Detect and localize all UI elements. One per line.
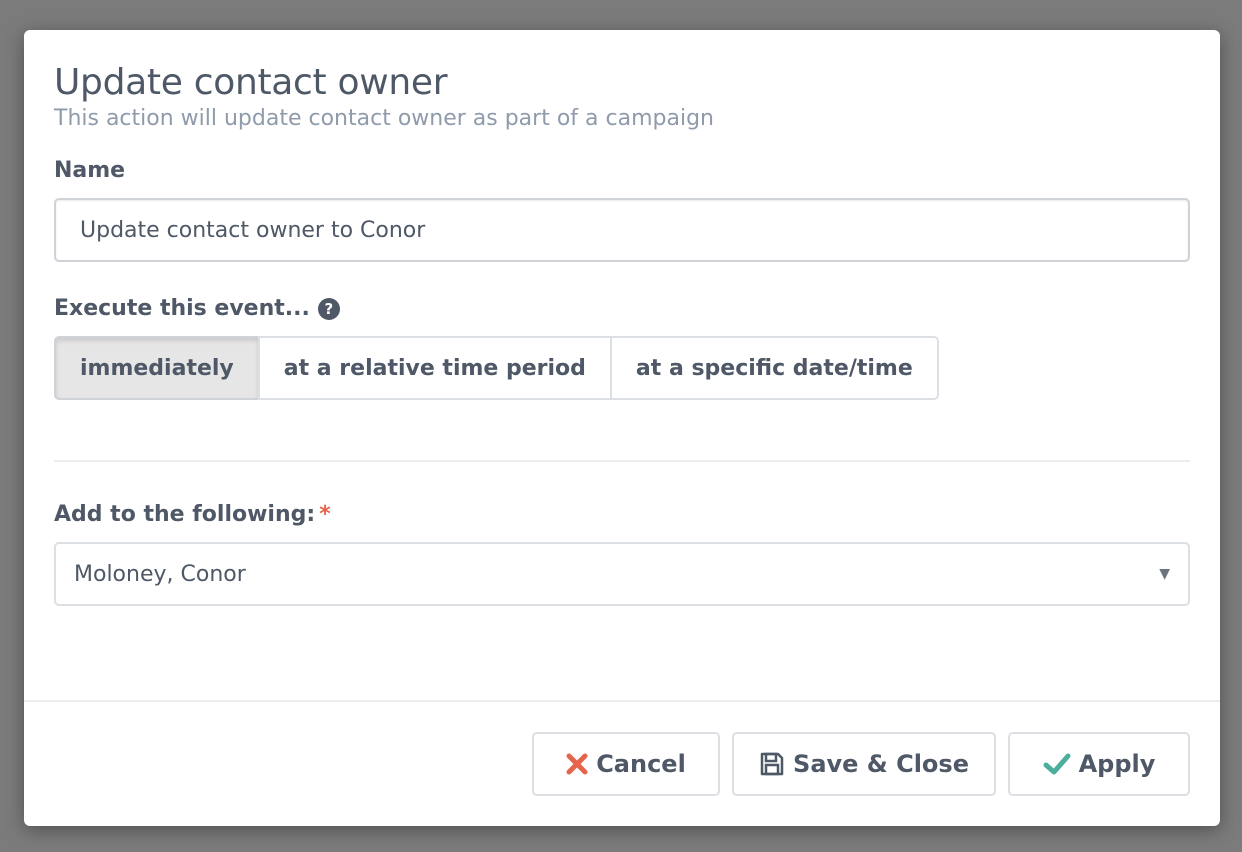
execute-specific-date-button[interactable]: at a specific date/time <box>609 336 939 400</box>
modal-body: Update contact owner This action will up… <box>24 30 1220 606</box>
execute-timing-button-group: immediately at a relative time period at… <box>54 336 939 400</box>
footer-divider <box>24 700 1220 702</box>
add-to-label: Add to the following: * <box>54 500 1190 530</box>
question-circle-icon[interactable]: ? <box>317 298 340 320</box>
modal-footer: Cancel Save & Close Apply <box>532 732 1190 796</box>
check-icon <box>1043 752 1071 776</box>
cancel-button[interactable]: Cancel <box>532 732 720 796</box>
execute-label-text: Execute this event... <box>54 296 310 321</box>
cancel-label: Cancel <box>596 750 686 778</box>
owner-select[interactable]: Moloney, Conor ▼ <box>54 542 1190 606</box>
close-icon <box>566 753 588 775</box>
add-to-label-text: Add to the following: <box>54 502 316 527</box>
execute-relative-time-button[interactable]: at a relative time period <box>257 336 612 400</box>
modal-title: Update contact owner <box>54 62 448 103</box>
apply-label: Apply <box>1078 750 1156 778</box>
modal-subtitle: This action will update contact owner as… <box>54 106 714 131</box>
caret-down-icon: ▼ <box>1159 566 1170 582</box>
save-close-label: Save & Close <box>793 750 969 778</box>
save-close-button[interactable]: Save & Close <box>732 732 996 796</box>
section-divider <box>54 460 1190 462</box>
name-input[interactable] <box>54 198 1190 262</box>
apply-button[interactable]: Apply <box>1008 732 1190 796</box>
update-contact-owner-modal: Update contact owner This action will up… <box>24 30 1220 826</box>
required-indicator: * <box>319 502 331 527</box>
floppy-disk-icon <box>759 751 785 777</box>
owner-select-value: Moloney, Conor <box>74 561 246 587</box>
execute-immediately-button[interactable]: immediately <box>54 336 260 400</box>
execute-label: Execute this event... ? <box>54 294 1190 324</box>
name-label: Name <box>54 158 126 183</box>
